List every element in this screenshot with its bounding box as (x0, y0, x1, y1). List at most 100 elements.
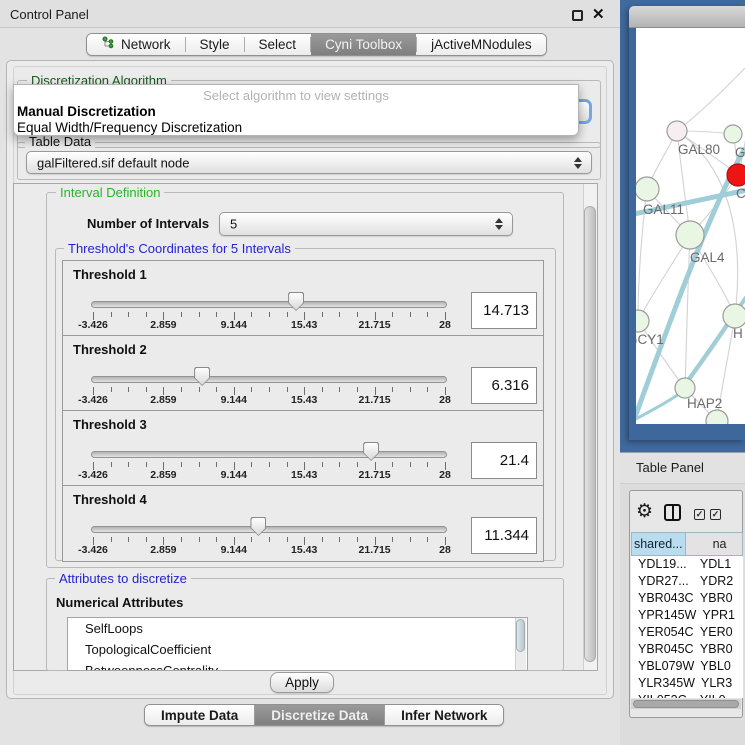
attribute-list-item[interactable]: TopologicalCoefficient (68, 639, 527, 660)
tab-infer-network[interactable]: Infer Network (385, 705, 503, 725)
network-node[interactable] (706, 410, 728, 424)
tab-jactivemnodules[interactable]: jActiveMNodules (417, 34, 546, 55)
network-node-gal80[interactable] (667, 121, 687, 141)
slider-tick (146, 537, 147, 542)
slider-tick (251, 537, 252, 542)
slider-tick-label: 15.43 (279, 319, 329, 331)
table-cell: YLR345W (631, 675, 695, 692)
slider-tick-label: 9.144 (209, 394, 259, 406)
slider-tick-label: 28 (420, 394, 470, 406)
threshold-slider-track[interactable] (91, 376, 447, 383)
attribute-list-item[interactable]: BetweennessCentrality (68, 660, 527, 671)
table-row[interactable]: YER054CYER0 (631, 624, 743, 641)
threshold-slider-track[interactable] (91, 526, 447, 533)
network-node-label: GAL11 (643, 202, 684, 217)
network-canvas[interactable]: GAL80GACGAL11GAL4GCY1HHAP2 (636, 28, 745, 424)
column-layout-icon[interactable] (664, 504, 681, 521)
tab-style[interactable]: Style (186, 34, 244, 55)
threshold-value-field[interactable]: 21.4 (471, 442, 537, 479)
network-node-label: GA (735, 145, 745, 160)
table-hscrollbar-thumb[interactable] (633, 700, 739, 708)
slider-tick (322, 462, 323, 467)
threshold-value-field[interactable]: 14.713 (471, 292, 537, 329)
slider-tick (181, 462, 182, 467)
tab-label: Cyni Toolbox (325, 37, 402, 52)
node-attribute-table[interactable]: shared...na YDL19...YDL1YDR27...YDR2YBR0… (631, 532, 743, 698)
tab-network[interactable]: Network (87, 34, 185, 55)
float-window-icon[interactable] (572, 10, 583, 21)
table-row[interactable]: YBR043CYBR0 (631, 590, 743, 607)
threshold-row: Threshold 3-3.4262.8599.14415.4321.71528… (63, 411, 543, 486)
slider-tick-label: -3.426 (68, 319, 118, 331)
threshold-value-field[interactable]: 6.316 (471, 367, 537, 404)
main-scrollbar-thumb[interactable] (584, 206, 596, 662)
network-window-titlebar[interactable] (629, 6, 745, 28)
threshold-label: Threshold 2 (73, 342, 147, 357)
gear-icon[interactable]: ⚙ (636, 500, 653, 523)
slider-tick (269, 387, 270, 392)
tab-cyni-toolbox[interactable]: Cyni Toolbox (311, 34, 416, 55)
tab-impute-data[interactable]: Impute Data (145, 705, 254, 725)
number-of-intervals-label: Number of Intervals (87, 216, 209, 231)
network-node-hap2[interactable] (675, 378, 695, 398)
number-of-intervals-combobox[interactable]: 5 (219, 212, 513, 236)
numerical-attributes-list[interactable]: SelfLoopsTopologicalCoefficientBetweenne… (67, 617, 528, 671)
slider-tick-label: 2.859 (138, 394, 188, 406)
tab-discretize-data[interactable]: Discretize Data (255, 705, 384, 725)
slider-tick (357, 387, 358, 392)
slider-tick (111, 387, 112, 392)
threshold-slider-thumb[interactable] (288, 292, 304, 311)
table-data-combobox[interactable]: galFiltered.sif default node (26, 151, 592, 174)
table-row[interactable]: YIL052CYIL0 (631, 692, 743, 698)
threshold-slider-track[interactable] (91, 301, 447, 308)
table-row[interactable]: YPR145WYPR1 (631, 607, 743, 624)
table-header-cell[interactable]: na (686, 532, 743, 556)
table-cell: YER0 (694, 624, 743, 641)
slider-tick (128, 462, 129, 467)
table-cell: YBL079W (631, 658, 694, 675)
table-row[interactable]: YDL19...YDL1 (631, 556, 743, 573)
algorithm-option[interactable]: Equal Width/Frequency Discretization (16, 120, 576, 135)
slider-tick (146, 387, 147, 392)
table-panel-title: Table Panel (636, 460, 704, 475)
slider-tick (287, 537, 288, 542)
attributes-scrollbar-track[interactable] (515, 618, 526, 670)
slider-tick (181, 537, 182, 542)
threshold-slider-thumb[interactable] (194, 367, 210, 386)
table-row[interactable]: YBL079WYBL0 (631, 658, 743, 675)
threshold-slider-thumb[interactable] (363, 442, 379, 461)
threshold-value-field[interactable]: 11.344 (471, 517, 537, 554)
slider-tick (216, 537, 217, 542)
slider-tick (111, 462, 112, 467)
network-node-h[interactable] (723, 304, 745, 328)
attribute-list-item[interactable]: SelfLoops (68, 618, 527, 639)
table-row[interactable]: YDR27...YDR2 (631, 573, 743, 590)
network-node-gcy1[interactable] (636, 310, 649, 332)
threshold-slider-track[interactable] (91, 451, 447, 458)
network-node-ga[interactable] (724, 125, 742, 143)
checkbox-icon[interactable]: ✓ (710, 509, 721, 520)
slider-tick-label: 28 (420, 544, 470, 556)
apply-button[interactable]: Apply (270, 672, 334, 693)
attributes-scrollbar-thumb[interactable] (516, 619, 525, 652)
slider-tick-label: 2.859 (138, 319, 188, 331)
table-row[interactable]: YBR045CYBR0 (631, 641, 743, 658)
close-icon[interactable]: ✕ (592, 5, 605, 23)
tab-select[interactable]: Select (245, 34, 311, 55)
slider-tick (410, 462, 411, 467)
tab-label: Network (121, 37, 171, 52)
checkbox-icon[interactable]: ✓ (694, 509, 705, 520)
network-node-c[interactable] (727, 164, 745, 186)
table-cell: YBR0 (694, 590, 743, 607)
slider-tick (216, 312, 217, 317)
slider-tick (339, 537, 340, 542)
table-cell: YPR1 (696, 607, 743, 624)
table-header-cell[interactable]: shared... (631, 532, 686, 556)
threshold-slider-thumb[interactable] (250, 517, 266, 536)
slider-tick (339, 387, 340, 392)
network-node-gal11[interactable] (636, 177, 659, 201)
algorithm-option[interactable]: Manual Discretization (16, 104, 576, 119)
combo-stepper-icon (494, 218, 503, 230)
table-row[interactable]: YLR345WYLR3 (631, 675, 743, 692)
network-node-gal4[interactable] (676, 221, 704, 249)
